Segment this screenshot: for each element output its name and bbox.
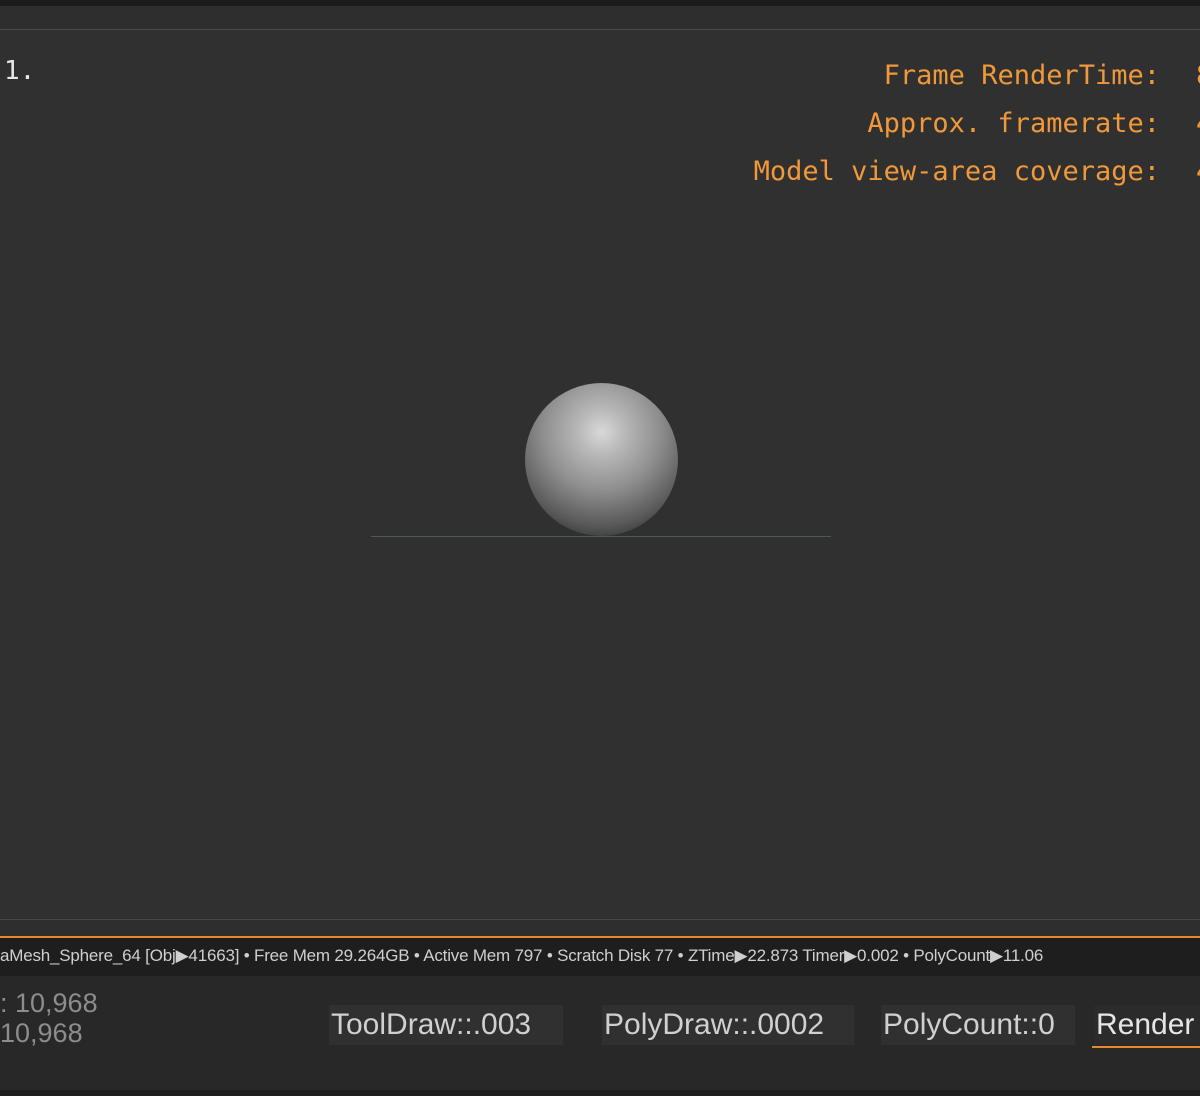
stat-label: Frame RenderTime: (883, 60, 1160, 91)
status-text: aMesh_Sphere_64 [Obj▶41663] • Free Mem 2… (0, 946, 1044, 965)
stat-approx-framerate: Approx. framerate: 4 (754, 100, 1200, 148)
stat-label: Model view-area coverage: (753, 156, 1160, 187)
bottom-edge (0, 1090, 1200, 1096)
stat-value: 4 (1196, 148, 1200, 196)
poly-value-2: 10,968 (0, 1018, 83, 1048)
stat-frame-render-time: Frame RenderTime: 8 (754, 52, 1200, 100)
viewport-canvas[interactable]: 1. Frame RenderTime: 8 Approx. framerate… (0, 30, 1200, 919)
stat-label: Approx. framerate: (867, 108, 1160, 139)
poly-count-button[interactable]: PolyCount::0 (881, 1005, 1075, 1045)
separator (0, 920, 1200, 936)
poly-value-1: : 10,968 (0, 988, 98, 1018)
render-tab[interactable]: Render (1094, 1005, 1200, 1045)
frame-counter: 1. (4, 56, 36, 86)
bottom-panel: : 10,968 10,968 ToolDraw::.003 PolyDraw:… (0, 976, 1200, 1090)
top-bar (0, 0, 1200, 6)
status-bar: aMesh_Sphere_64 [Obj▶41663] • Free Mem 2… (0, 938, 1200, 976)
render-tab-indicator (1092, 1046, 1200, 1048)
stat-view-area-coverage: Model view-area coverage: 4 (753, 148, 1200, 196)
stat-value: 8 (1196, 52, 1200, 100)
stat-value: 4 (1196, 100, 1200, 148)
poly-draw-button[interactable]: PolyDraw::.0002 (602, 1005, 854, 1045)
render-stats-overlay: Frame RenderTime: 8 Approx. framerate: 4… (753, 52, 1200, 196)
sphere-model[interactable] (525, 383, 678, 536)
tool-draw-button[interactable]: ToolDraw::.003 (329, 1005, 563, 1045)
ground-line (371, 536, 831, 537)
